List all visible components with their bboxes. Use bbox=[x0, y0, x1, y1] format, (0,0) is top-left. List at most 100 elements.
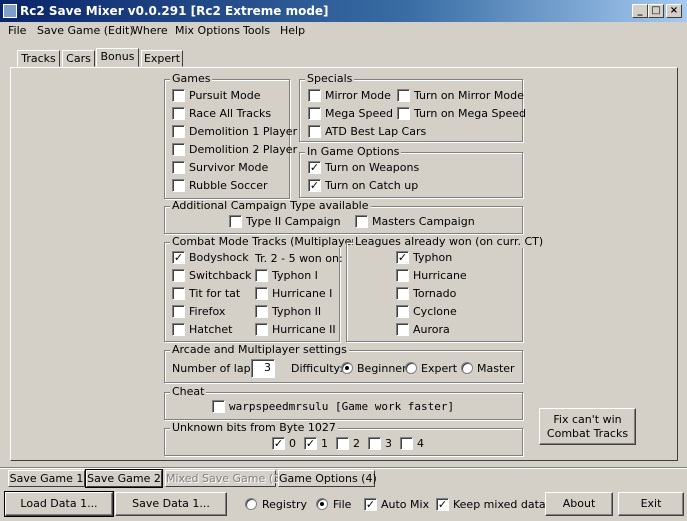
campaign-masters-campaign-label: Masters Campaign bbox=[372, 215, 475, 228]
file-radio[interactable] bbox=[316, 498, 328, 510]
combat-won-hurricane-ii-label: Hurricane II bbox=[272, 323, 336, 336]
league-aurora-label: Aurora bbox=[413, 323, 450, 336]
league-cyclone-checkbox[interactable] bbox=[396, 305, 409, 318]
special-turn-on-mirror-mode-label: Turn on Mirror Mode bbox=[414, 89, 524, 102]
combat-group-label: Combat Mode Tracks (Multiplayer) bbox=[170, 235, 363, 248]
specials-group-label: Specials bbox=[305, 72, 355, 85]
games-race-all-tracks-checkbox[interactable] bbox=[172, 107, 185, 120]
special-mirror-mode-checkbox[interactable] bbox=[308, 89, 321, 102]
bit-0-label: 0 bbox=[289, 437, 296, 450]
ingame-turn-on-catch-up-label: Turn on Catch up bbox=[325, 179, 419, 192]
campaign-type-ii-campaign-checkbox[interactable] bbox=[229, 215, 242, 228]
combat-won-hurricane-ii-checkbox[interactable] bbox=[255, 323, 268, 336]
special-turn-on-mirror-mode-checkbox[interactable] bbox=[397, 89, 410, 102]
auto-mix-checkbox[interactable]: ✓ bbox=[364, 498, 377, 511]
in-game-options-group-label: In Game Options bbox=[305, 145, 402, 158]
menu-tools[interactable]: Tools bbox=[243, 24, 270, 37]
bottom-tab-game-options[interactable]: Game Options (4) bbox=[278, 470, 377, 487]
combat-firefox-label: Firefox bbox=[189, 305, 226, 318]
combat-won-hurricane-i-checkbox[interactable] bbox=[255, 287, 268, 300]
league-typhon-label: Typhon bbox=[413, 251, 453, 264]
combat-firefox-checkbox[interactable] bbox=[172, 305, 185, 318]
league-typhon-checkbox[interactable]: ✓ bbox=[396, 251, 409, 264]
special-atd-best-lap-cars-checkbox[interactable] bbox=[308, 125, 321, 138]
maximize-button[interactable]: □ bbox=[648, 4, 664, 18]
bit-1-checkbox[interactable]: ✓ bbox=[304, 437, 317, 450]
auto-mix-label: Auto Mix bbox=[381, 498, 430, 511]
games-demolition-1-player-label: Demolition 1 Player bbox=[189, 125, 298, 138]
bottom-tab-save-game-1[interactable]: Save Game 1 bbox=[8, 470, 85, 487]
campaign-masters-campaign-checkbox[interactable] bbox=[355, 215, 368, 228]
combat-hatchet-label: Hatchet bbox=[189, 323, 233, 336]
bit-3-checkbox[interactable] bbox=[368, 437, 381, 450]
bottom-tabs-divider bbox=[0, 467, 687, 469]
fix-combat-tracks-button[interactable]: Fix can't win Combat Tracks bbox=[539, 408, 636, 445]
games-rubble-soccer-checkbox[interactable] bbox=[172, 179, 185, 192]
bit-2-label: 2 bbox=[353, 437, 360, 450]
special-mega-speed-checkbox[interactable] bbox=[308, 107, 321, 120]
menu-where[interactable]: Where bbox=[132, 24, 168, 37]
bit-2-checkbox[interactable] bbox=[336, 437, 349, 450]
combat-won-typhon-ii-checkbox[interactable] bbox=[255, 305, 268, 318]
games-race-all-tracks-label: Race All Tracks bbox=[189, 107, 272, 120]
save-data-button[interactable]: Save Data 1... bbox=[115, 492, 227, 516]
about-button[interactable]: About bbox=[545, 492, 613, 516]
games-demolition-2-player-checkbox[interactable] bbox=[172, 143, 185, 156]
league-tornado-label: Tornado bbox=[413, 287, 457, 300]
league-aurora-checkbox[interactable] bbox=[396, 323, 409, 336]
ingame-turn-on-catch-up-checkbox[interactable]: ✓ bbox=[308, 179, 321, 192]
games-survivor-mode-checkbox[interactable] bbox=[172, 161, 185, 174]
tab-tracks[interactable]: Tracks bbox=[17, 50, 60, 67]
league-hurricane-checkbox[interactable] bbox=[396, 269, 409, 282]
app-icon bbox=[3, 4, 17, 18]
bottom-tab-save-game-2[interactable]: Save Game 2 bbox=[85, 469, 163, 488]
bit-0-checkbox[interactable]: ✓ bbox=[272, 437, 285, 450]
menu-file[interactable]: File bbox=[8, 24, 26, 37]
campaign-group-label: Additional Campaign Type available bbox=[170, 199, 371, 212]
difficulty-master-label: Master bbox=[477, 362, 515, 375]
menu-save-game-edit[interactable]: Save Game (Edit) bbox=[37, 24, 134, 37]
combat-won-typhon-i-checkbox[interactable] bbox=[255, 269, 268, 282]
combat-hatchet-checkbox[interactable] bbox=[172, 323, 185, 336]
ingame-turn-on-weapons-label: Turn on Weapons bbox=[325, 161, 420, 174]
tab-cars[interactable]: Cars bbox=[62, 50, 95, 67]
league-tornado-checkbox[interactable] bbox=[396, 287, 409, 300]
ingame-turn-on-weapons-checkbox[interactable]: ✓ bbox=[308, 161, 321, 174]
cheat-warpspeed-label: warpspeedmrsulu [Game work faster] bbox=[229, 400, 455, 413]
exit-button[interactable]: Exit bbox=[618, 492, 684, 516]
combat-bodyshock-checkbox[interactable]: ✓ bbox=[172, 251, 185, 264]
bottom-tab-mixed-save-game[interactable]: Mixed Save Game (3) bbox=[165, 470, 284, 487]
games-survivor-mode-label: Survivor Mode bbox=[189, 161, 269, 174]
combat-tit-for-tat-checkbox[interactable] bbox=[172, 287, 185, 300]
registry-radio[interactable] bbox=[245, 498, 257, 510]
bit-4-checkbox[interactable] bbox=[400, 437, 413, 450]
difficulty-expert-radio[interactable] bbox=[405, 362, 417, 374]
difficulty-master-radio[interactable] bbox=[461, 362, 473, 374]
games-rubble-soccer-label: Rubble Soccer bbox=[189, 179, 268, 192]
tab-expert[interactable]: Expert bbox=[141, 50, 183, 67]
tab-bonus[interactable]: Bonus bbox=[96, 48, 139, 67]
combat-tit-for-tat-label: Tit for tat bbox=[189, 287, 241, 300]
league-hurricane-label: Hurricane bbox=[413, 269, 467, 282]
fix-button-line2: Combat Tracks bbox=[546, 427, 629, 440]
load-data-button[interactable]: Load Data 1... bbox=[4, 491, 114, 517]
games-demolition-1-player-checkbox[interactable] bbox=[172, 125, 185, 138]
games-pursuit-mode-checkbox[interactable] bbox=[172, 89, 185, 102]
special-mega-speed-label: Mega Speed bbox=[325, 107, 393, 120]
games-pursuit-mode-label: Pursuit Mode bbox=[189, 89, 261, 102]
menu-help[interactable]: Help bbox=[280, 24, 305, 37]
bit-4-label: 4 bbox=[417, 437, 424, 450]
minimize-button[interactable]: _ bbox=[632, 4, 648, 18]
keep-mixed-data-checkbox[interactable]: ✓ bbox=[436, 498, 449, 511]
cheat-warpspeed-checkbox[interactable] bbox=[212, 400, 225, 413]
combat-switchback-checkbox[interactable] bbox=[172, 269, 185, 282]
difficulty-beginner-radio[interactable] bbox=[341, 362, 353, 374]
registry-label: Registry bbox=[262, 498, 308, 511]
close-button[interactable]: × bbox=[666, 4, 682, 18]
bit-3-label: 3 bbox=[385, 437, 392, 450]
menu-mix-options[interactable]: Mix Options bbox=[175, 24, 240, 37]
games-demolition-2-player-label: Demolition 2 Player bbox=[189, 143, 298, 156]
special-turn-on-mega-speed-checkbox[interactable] bbox=[397, 107, 410, 120]
file-label: File bbox=[333, 498, 352, 511]
laps-input[interactable]: 3 bbox=[251, 359, 275, 378]
